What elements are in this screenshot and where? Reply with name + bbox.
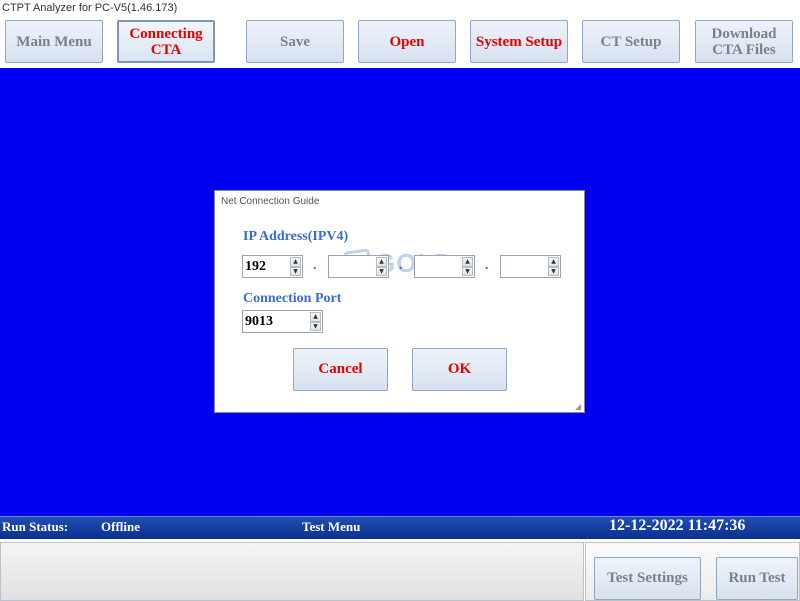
ip-octet-1-arrows[interactable]: ▲ ▼: [290, 257, 301, 276]
net-connection-dialog: Net Connection Guide IP Address(IPV4) GO…: [214, 190, 585, 413]
system-setup-button[interactable]: System Setup: [470, 20, 568, 63]
dialog-title: Net Connection Guide: [221, 196, 320, 207]
ip-octet-4-arrows[interactable]: ▲ ▼: [548, 257, 559, 276]
spinner-up-icon[interactable]: ▲: [290, 257, 301, 267]
spinner-down-icon[interactable]: ▼: [290, 266, 301, 276]
connecting-cta-button[interactable]: Connecting CTA: [117, 20, 215, 63]
run-test-button[interactable]: Run Test: [716, 557, 798, 600]
run-status-label: Run Status:: [2, 519, 69, 534]
ip-octet-2-spinner[interactable]: ▲ ▼: [328, 255, 389, 278]
main-menu-button[interactable]: Main Menu: [5, 20, 103, 63]
ip-separator-3: .: [485, 258, 489, 273]
resize-grip-icon[interactable]: ◢: [575, 403, 583, 411]
spinner-down-icon[interactable]: ▼: [548, 266, 559, 276]
ip-octet-3-spinner[interactable]: ▲ ▼: [414, 255, 475, 278]
spinner-down-icon[interactable]: ▼: [462, 266, 473, 276]
ip-octet-1-value[interactable]: 192: [245, 259, 266, 275]
test-settings-button[interactable]: Test Settings: [594, 557, 701, 600]
ip-separator-2: .: [399, 258, 403, 273]
ip-octet-3-arrows[interactable]: ▲ ▼: [462, 257, 473, 276]
ip-octet-1-spinner[interactable]: 192 ▲ ▼: [242, 255, 303, 278]
ip-separator-1: .: [313, 258, 317, 273]
ct-setup-button[interactable]: CT Setup: [582, 20, 680, 63]
spinner-down-icon[interactable]: ▼: [310, 321, 321, 331]
bottom-panel: Test Settings Run Test: [0, 539, 800, 601]
status-datetime: 12-12-2022 11:47:36: [609, 517, 746, 534]
download-cta-files-button[interactable]: Download CTA Files: [695, 20, 793, 63]
connection-port-label: Connection Port: [243, 291, 342, 306]
spinner-down-icon[interactable]: ▼: [376, 266, 387, 276]
ip-octet-4-spinner[interactable]: ▲ ▼: [500, 255, 561, 278]
ip-address-label: IP Address(IPV4): [243, 229, 349, 244]
bottom-left-panel: [0, 542, 584, 601]
current-menu: Test Menu: [302, 519, 361, 534]
spinner-up-icon[interactable]: ▲: [548, 257, 559, 267]
window-title: CTPT Analyzer for PC-V5(1.46.173): [0, 0, 800, 16]
port-arrows[interactable]: ▲ ▼: [310, 312, 321, 331]
cancel-button[interactable]: Cancel: [293, 348, 388, 391]
status-bar: Run Status: Offline Test Menu 12-12-2022…: [0, 516, 800, 539]
spinner-up-icon[interactable]: ▲: [376, 257, 387, 267]
port-spinner[interactable]: 9013 ▲ ▼: [242, 310, 323, 333]
spinner-up-icon[interactable]: ▲: [310, 312, 321, 322]
save-button[interactable]: Save: [246, 20, 344, 63]
run-status-value: Offline: [101, 519, 140, 534]
toolbar: Main Menu Connecting CTA Save Open Syste…: [0, 16, 800, 68]
port-value[interactable]: 9013: [245, 314, 273, 330]
ok-button[interactable]: OK: [412, 348, 507, 391]
spinner-up-icon[interactable]: ▲: [462, 257, 473, 267]
ip-octet-2-arrows[interactable]: ▲ ▼: [376, 257, 387, 276]
open-button[interactable]: Open: [358, 20, 456, 63]
